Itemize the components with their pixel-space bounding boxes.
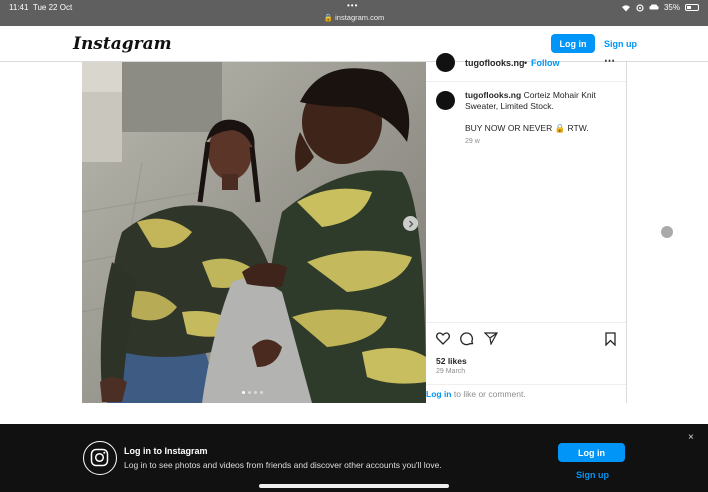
carousel-dot: [260, 391, 263, 394]
close-icon[interactable]: ×: [688, 432, 694, 443]
scroll-thumb[interactable]: [661, 226, 673, 238]
separator-dot: •: [524, 58, 528, 68]
more-options-icon[interactable]: ⋯: [604, 54, 615, 67]
carousel-dot: [254, 391, 257, 394]
caption-age: 29 w: [465, 138, 480, 145]
lock-icon: 🔒: [323, 13, 334, 22]
post-date: 29 March: [436, 368, 466, 375]
home-indicator[interactable]: [259, 484, 449, 488]
caption-avatar[interactable]: [436, 91, 455, 110]
post-photo: [82, 62, 426, 403]
login-prompt-text: to like or comment.: [453, 389, 526, 399]
caption-username[interactable]: tugoflooks.ng: [465, 90, 521, 100]
actions-divider: [426, 322, 626, 323]
post-header: tugoflooks.ng • Follow ⋯: [426, 53, 626, 82]
banner-text: Log in to see photos and videos from fri…: [124, 460, 442, 470]
login-banner: × Log in to Instagram Log in to see phot…: [0, 424, 708, 492]
likes-count[interactable]: 52 likes: [436, 356, 467, 366]
author-avatar[interactable]: [436, 53, 455, 72]
follow-link[interactable]: Follow: [531, 58, 560, 68]
wifi-icon: [621, 4, 630, 11]
banner-signup-link[interactable]: Sign up: [576, 470, 609, 480]
chevron-right-icon: [408, 220, 413, 227]
site-header: Instagram Log in Sign up: [0, 26, 708, 62]
carousel-dots: [242, 391, 263, 394]
location-icon: [636, 3, 644, 12]
post-image[interactable]: [82, 62, 426, 403]
comment-icon[interactable]: [460, 332, 474, 346]
battery-icon: [685, 4, 699, 11]
multitasking-dots-icon[interactable]: •••: [347, 1, 358, 10]
bookmark-icon[interactable]: [605, 332, 616, 346]
banner-login-button[interactable]: Log in: [558, 443, 625, 462]
carousel-dot-active: [242, 391, 245, 394]
author-username[interactable]: tugoflooks.ng: [465, 58, 525, 68]
instagram-logo[interactable]: Instagram: [73, 34, 172, 54]
share-icon[interactable]: [484, 332, 498, 345]
status-time: 11:41 Tue 22 Oct: [9, 3, 73, 12]
status-icons: 35%: [621, 3, 699, 12]
login-prompt-divider: [426, 384, 626, 385]
caption-line2: BUY NOW OR NEVER 🔒 RTW.: [465, 123, 589, 133]
login-prompt: Log in to like or comment.: [426, 389, 526, 399]
battery-percent: 35%: [663, 3, 680, 12]
heart-icon[interactable]: [436, 332, 450, 345]
car-icon: [649, 4, 659, 10]
instagram-icon: [83, 441, 117, 475]
caption: tugoflooks.ng Corteiz Mohair Knit Sweate…: [465, 90, 615, 112]
address-bar[interactable]: 🔒 instagram.com: [0, 13, 708, 22]
status-bar: 11:41 Tue 22 Oct ••• 🔒 instagram.com 35%: [0, 0, 708, 26]
header-signup-link[interactable]: Sign up: [604, 39, 637, 49]
header-login-button[interactable]: Log in: [551, 34, 595, 53]
login-prompt-link[interactable]: Log in: [426, 389, 452, 399]
post-panel: tugoflooks.ng • Follow ⋯ tugoflooks.ng C…: [426, 53, 627, 403]
url-text: instagram.com: [335, 13, 385, 22]
carousel-dot: [248, 391, 251, 394]
banner-title: Log in to Instagram: [124, 446, 208, 456]
carousel-next-button[interactable]: [403, 216, 418, 231]
